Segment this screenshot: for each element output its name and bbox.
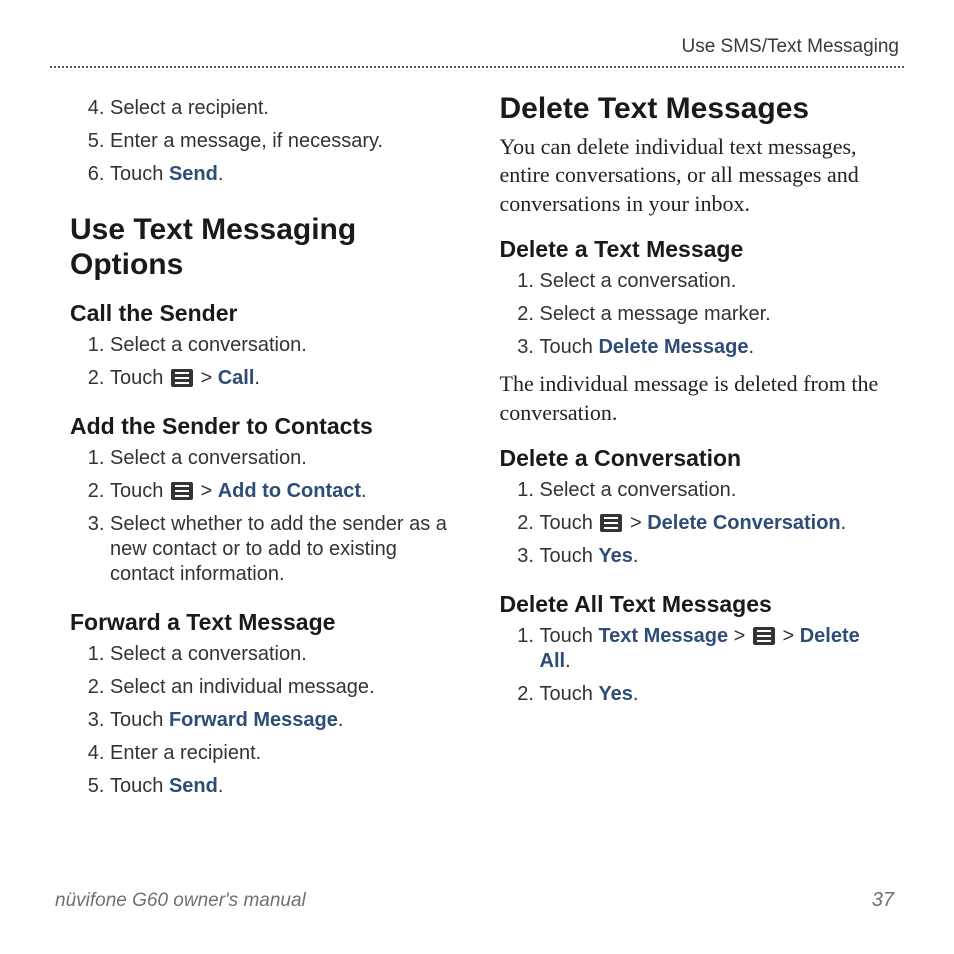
subsection-heading: Delete All Text Messages <box>500 591 895 618</box>
list-item: Touch Delete Message. <box>540 331 895 364</box>
footer-title: nüvifone G60 owner's manual <box>55 890 306 912</box>
section-heading: Delete Text Messages <box>500 92 895 127</box>
header-rule <box>50 66 904 68</box>
section-heading: Use Text Messaging Options <box>70 213 465 282</box>
list-item: Enter a recipient. <box>110 737 465 770</box>
list-item: Touch > Add to Contact. <box>110 475 465 508</box>
subsection-heading: Delete a Conversation <box>500 445 895 472</box>
list-item: Select a conversation. <box>110 638 465 671</box>
list-item: Touch Text Message > > Delete All. <box>540 620 895 678</box>
right-column: Delete Text Messages You can delete indiv… <box>500 92 895 854</box>
subsection-heading: Call the Sender <box>70 300 465 327</box>
numbered-list: Select a recipient.Enter a message, if n… <box>70 92 465 191</box>
list-item: Select a conversation. <box>540 265 895 298</box>
two-column-layout: Select a recipient.Enter a message, if n… <box>70 92 894 854</box>
list-item: Select a recipient. <box>110 92 465 125</box>
ui-action-label: Send <box>169 163 218 185</box>
list-item: Touch > Call. <box>110 362 465 395</box>
list-item: Touch Forward Message. <box>110 704 465 737</box>
list-item: Touch Send. <box>110 158 465 191</box>
left-column: Select a recipient.Enter a message, if n… <box>70 92 465 854</box>
subsection-heading: Delete a Text Message <box>500 236 895 263</box>
intro-paragraph: You can delete individual text messages,… <box>500 133 895 219</box>
ui-action-label: Yes <box>598 545 632 567</box>
ui-action-label: Forward Message <box>169 709 338 731</box>
menu-icon <box>600 514 622 532</box>
manual-page: Use SMS/Text Messaging Select a recipien… <box>0 0 954 954</box>
running-head: Use SMS/Text Messaging <box>681 36 899 58</box>
list-item: Touch Send. <box>110 770 465 803</box>
body-paragraph: The individual message is deleted from t… <box>500 370 895 427</box>
ui-action-label: Send <box>169 775 218 797</box>
list-item: Touch Yes. <box>540 540 895 573</box>
numbered-list: Select a conversation.Touch > Call. <box>70 329 465 395</box>
ui-action-label: Call <box>218 367 255 389</box>
ui-action-label: Delete Conversation <box>647 512 840 534</box>
list-item: Select a conversation. <box>110 442 465 475</box>
list-item: Select an individual message. <box>110 671 465 704</box>
ui-action-label: Delete Message <box>598 336 748 358</box>
numbered-list: Select a conversation.Touch > Delete Con… <box>500 474 895 573</box>
menu-icon <box>753 627 775 645</box>
subsection-heading: Forward a Text Message <box>70 609 465 636</box>
list-item: Select a conversation. <box>540 474 895 507</box>
list-item: Enter a message, if necessary. <box>110 125 465 158</box>
list-item: Touch > Delete Conversation. <box>540 507 895 540</box>
menu-icon <box>171 482 193 500</box>
page-number: 37 <box>872 889 894 912</box>
numbered-list: Select a conversation.Touch > Add to Con… <box>70 442 465 591</box>
subsection-heading: Add the Sender to Contacts <box>70 413 465 440</box>
ui-action-label: Yes <box>598 683 632 705</box>
numbered-list: Select a conversation.Select an individu… <box>70 638 465 803</box>
ui-action-label: Text Message <box>598 625 728 647</box>
ui-action-label: Add to Contact <box>218 480 361 502</box>
list-item: Select a conversation. <box>110 329 465 362</box>
numbered-list: Touch Text Message > > Delete All.Touch … <box>500 620 895 711</box>
numbered-list: Select a conversation.Select a message m… <box>500 265 895 364</box>
list-item: Touch Yes. <box>540 678 895 711</box>
list-item: Select whether to add the sender as a ne… <box>110 508 465 591</box>
menu-icon <box>171 369 193 387</box>
list-item: Select a message marker. <box>540 298 895 331</box>
